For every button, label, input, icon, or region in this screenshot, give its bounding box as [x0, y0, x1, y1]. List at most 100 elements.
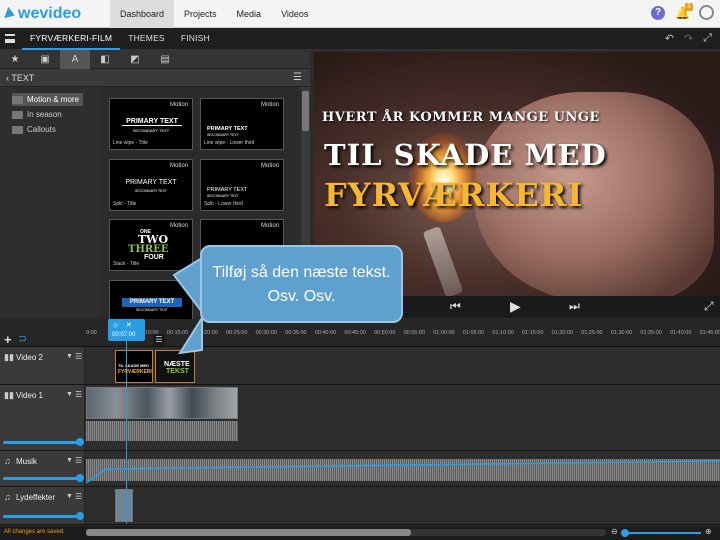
marker-icon[interactable]: ⬦ ✕ [113, 321, 132, 330]
nav-media[interactable]: Media [227, 0, 272, 28]
ruler-tick-label: 0:00 [86, 330, 97, 336]
track-header: ♫ Musik ▼ ☰ [0, 451, 85, 486]
ruler-tick-label: 00:40:00 [314, 330, 337, 336]
category-motion[interactable]: Motion & more [12, 93, 84, 106]
project-bar: FYRVÆRKERI-FILM THEMES FINISH ↶ ↷ ⤢ [0, 28, 720, 50]
film-icon: ▮▮ [4, 390, 14, 400]
volume-slider[interactable] [3, 512, 84, 520]
clip-sound-effect[interactable] [115, 489, 133, 522]
nav-projects[interactable]: Projects [174, 0, 227, 28]
ruler-tick-label: 00:50:00 [374, 330, 396, 336]
folder-icon [12, 125, 23, 134]
nav-videos[interactable]: Videos [271, 0, 318, 28]
music-note-icon: ♫ [4, 456, 11, 466]
thumb-line-wipe-lower[interactable]: Motion PRIMARY TEXT SECONDARY TEXT Line … [200, 98, 284, 150]
skip-back-icon[interactable]: ⏮ [450, 299, 461, 314]
thumb-split-title[interactable]: Motion PRIMARY TEXT SECONDARY TEXT Split… [109, 159, 193, 211]
expand-icon[interactable]: ⤢ [704, 299, 714, 314]
dropdown-icon[interactable]: ▼ [66, 391, 73, 398]
tab-themes[interactable]: THEMES [120, 28, 173, 50]
track-lydeffekter: ♫ Lydeffekter ▼ ☰ [0, 487, 720, 525]
playhead[interactable]: ⬦ ✕ 00:07:00 [108, 319, 145, 341]
ruler-tick-label: 01:20:00 [551, 330, 574, 336]
scroll-thumb[interactable] [86, 529, 411, 536]
overlay-line-2: TIL SKADE MED [324, 138, 607, 172]
clip-title-1[interactable]: TIL SKADE MED FYRVÆRKERI [115, 350, 153, 383]
category-in-season[interactable]: In season [12, 108, 66, 121]
list-view-icon[interactable]: ☰ [293, 72, 302, 83]
dropdown-icon[interactable]: ▼ [66, 353, 73, 360]
track-musik: ♫ Musik ▼ ☰ [0, 451, 720, 487]
main-nav: Dashboard Projects Media Videos [110, 0, 318, 28]
graphics-tab-icon[interactable]: ◩ [120, 50, 150, 69]
zoom-in-icon[interactable]: ⊕ [705, 527, 712, 536]
skip-forward-icon[interactable]: ⏭ [569, 299, 580, 314]
ruler-tick-label: 00:55:00 [403, 330, 426, 336]
film-icon: ▮▮ [4, 352, 14, 362]
wevideo-logo[interactable]: wevideo [4, 5, 81, 23]
track-menu-icon[interactable]: ☰ [75, 456, 82, 465]
ruler-tick-label: 01:10:00 [492, 330, 514, 336]
ruler-tick-label: 01:30:00 [610, 330, 633, 336]
zoom-knob[interactable] [621, 529, 629, 537]
text-tab-icon[interactable]: A [60, 50, 90, 69]
text-panel-title[interactable]: ‹ TEXT [6, 73, 34, 83]
ruler-tick-label: 00:45:00 [344, 330, 366, 336]
nav-dashboard[interactable]: Dashboard [110, 0, 175, 28]
templates-tab-icon[interactable]: ▤ [150, 50, 180, 69]
add-track-icon[interactable]: + [4, 332, 12, 347]
dropdown-icon[interactable]: ▼ [66, 493, 73, 500]
track-header: ♫ Lydeffekter ▼ ☰ [0, 487, 85, 524]
media-tab-icon[interactable]: ▣ [30, 50, 60, 69]
tab-project[interactable]: FYRVÆRKERI-FILM [22, 28, 121, 50]
ruler-tick-label: 01:35:00 [640, 330, 662, 336]
overlay-line-1: HVERT ÅR KOMMER MANGE UNGE [322, 110, 600, 125]
track-menu-icon[interactable]: ☰ [75, 390, 82, 399]
playhead-line [126, 340, 127, 524]
category-list: Motion & more In season Callouts [0, 87, 100, 319]
overlay-line-3: FYRVÆRKERI [324, 176, 584, 214]
scroll-thumb[interactable] [302, 91, 309, 131]
ruler-tick-label: 01:00:00 [433, 330, 455, 336]
callout-bubble: Tilføj så den næste tekst. Osv. Osv. [200, 245, 403, 323]
category-callouts[interactable]: Callouts [12, 123, 60, 136]
volume-slider[interactable] [3, 438, 84, 446]
track-menu-icon[interactable]: ☰ [75, 352, 82, 361]
tab-finish[interactable]: FINISH [173, 28, 218, 50]
text-panel-header: ‹ TEXT ☰ [0, 69, 310, 87]
undo-redo: ↶ ↷ ⤢ [665, 32, 712, 45]
menu-icon[interactable] [5, 34, 15, 43]
dropdown-icon[interactable]: ▼ [66, 457, 73, 464]
volume-envelope[interactable] [86, 455, 720, 485]
folder-icon [12, 95, 23, 104]
zoom-control: ⊖ ⊕ [611, 527, 716, 538]
undo-icon[interactable]: ↶ [665, 32, 674, 45]
notification-badge: 3 [685, 2, 693, 11]
audio-waveform [86, 421, 238, 441]
ruler-tick-label: 01:45:00 [699, 330, 720, 336]
transitions-tab-icon[interactable]: ◧ [90, 50, 120, 69]
thumb-line-wipe-title[interactable]: Motion PRIMARY TEXT SECONDARY TEXT Line … [109, 98, 193, 150]
volume-slider[interactable] [3, 474, 84, 482]
redo-icon[interactable]: ↷ [684, 32, 693, 45]
fullscreen-icon[interactable]: ⤢ [703, 32, 712, 45]
user-avatar-icon[interactable] [699, 5, 714, 20]
help-icon[interactable]: ? [651, 5, 665, 20]
bell-icon[interactable]: 🔔 3 [675, 2, 693, 20]
magnet-icon[interactable]: ⊃ [18, 332, 27, 345]
back-chevron-icon[interactable]: ‹ [6, 73, 9, 83]
ruler-tick-label: 01:15:00 [522, 330, 544, 336]
play-icon[interactable]: ▶ [510, 298, 521, 315]
logo-play-icon [4, 6, 17, 22]
ruler-tick-label: 00:30:00 [255, 330, 278, 336]
favorites-tab-icon[interactable]: ★ [0, 50, 30, 69]
zoom-slider[interactable] [623, 532, 701, 534]
ruler-tick-label: 01:40:00 [670, 330, 692, 336]
zoom-out-icon[interactable]: ⊖ [611, 527, 618, 536]
thumb-split-lower[interactable]: Motion PRIMARY TEXT SECONDARY TEXT Split… [200, 159, 284, 211]
clip-video-1[interactable] [86, 387, 238, 419]
top-bar: wevideo Dashboard Projects Media Videos … [0, 0, 720, 28]
timeline-scrollbar[interactable] [86, 529, 606, 536]
ruler-tick-label: 01:05:00 [462, 330, 485, 336]
track-menu-icon[interactable]: ☰ [75, 492, 82, 501]
